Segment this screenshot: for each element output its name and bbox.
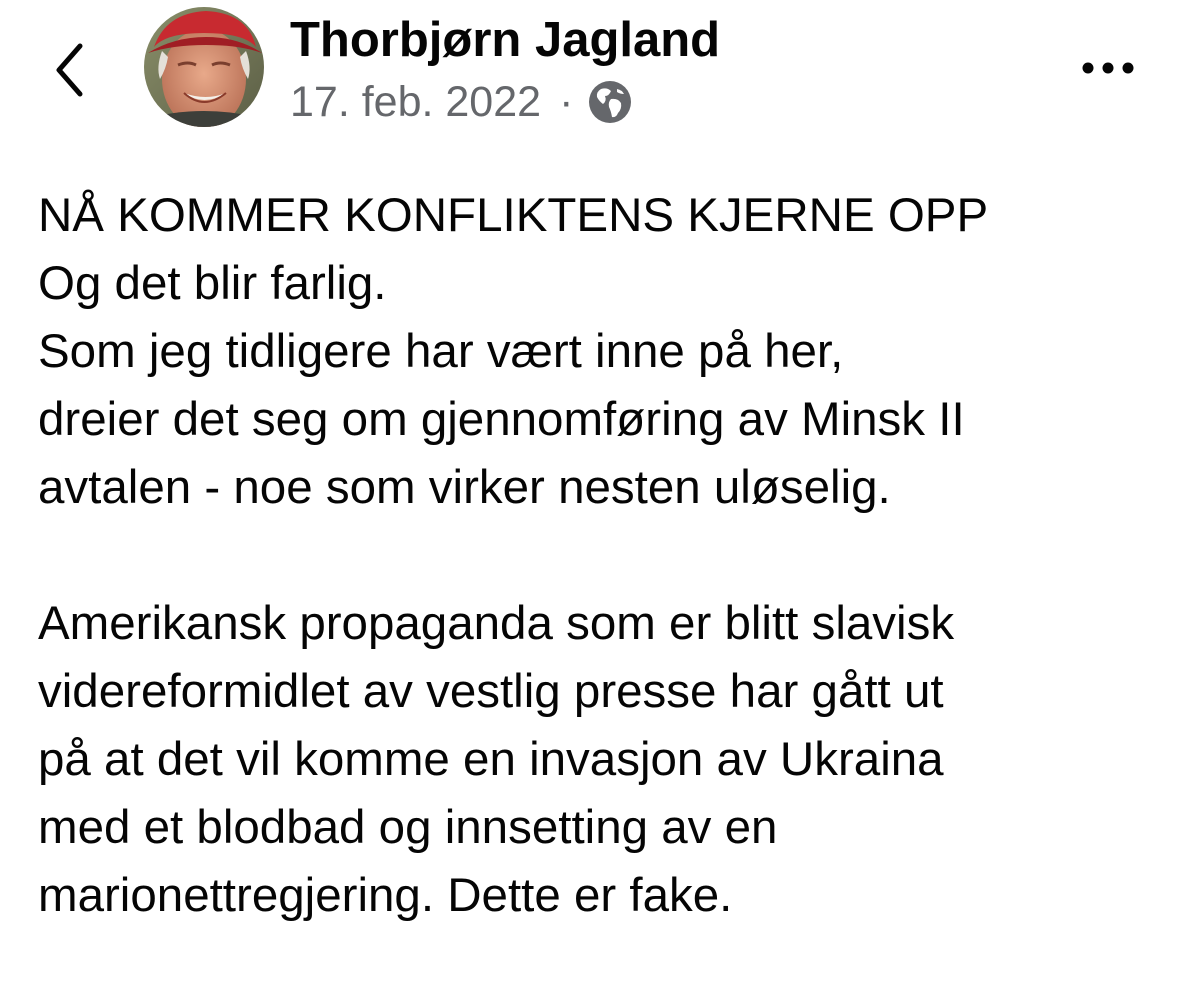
post-header: Thorbjørn Jagland 17. feb. 2022 · [0,0,1179,150]
profile-photo [144,7,264,127]
more-options-button[interactable] [1076,48,1140,88]
chevron-left-icon [56,43,83,97]
paragraph-break [38,522,1168,590]
ellipsis-icon [1082,62,1134,74]
post-text-line: dreier det seg om gjennomføring av Minsk… [38,393,965,446]
post-text-line: avtalen - noe som virker nesten uløselig… [38,461,891,514]
avatar[interactable] [144,7,264,127]
post-text-line: Amerikansk propaganda som er blitt slavi… [38,597,955,650]
post-text: NÅ KOMMER KONFLIKTENS KJERNE OPP Og det … [38,182,1168,930]
post-text-line: videreformidlet av vestlig presse har gå… [38,665,944,718]
author-name[interactable]: Thorbjørn Jagland [290,10,720,70]
back-button[interactable] [40,34,100,104]
post-text-line: på at det vil komme en invasjon av Ukrai… [38,733,944,786]
post-text-line: marionettregjering. Dette er fake. [38,869,733,922]
meta-separator: · [559,77,574,126]
post-text-line: Og det blir farlig. [38,257,387,310]
post-meta: 17. feb. 2022 · [290,74,633,130]
post-text-line: med et blodbad og innsetting av en [38,801,778,854]
post-text-line: NÅ KOMMER KONFLIKTENS KJERNE OPP [38,189,989,242]
post-text-line: Som jeg tidligere har vært inne på her, [38,325,844,378]
post-date[interactable]: 17. feb. 2022 [290,78,541,127]
globe-icon [587,79,633,125]
